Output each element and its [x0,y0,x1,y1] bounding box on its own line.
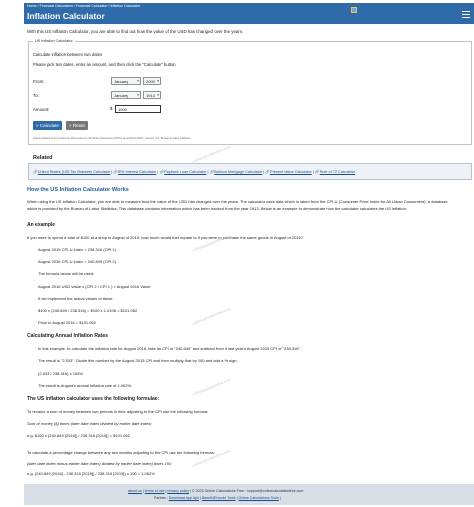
site-logo-icon[interactable] [351,7,357,13]
chevron-down-icon: ▾ [137,93,139,97]
related-link-balloon-mortgage[interactable]: Balloon Mortgage Calculator [214,170,262,174]
calculator-legend: US Inflation Calculator [33,39,75,43]
related-link-payback-loan[interactable]: Payback Loan Calculator [164,170,206,174]
chevron-down-icon: ▾ [137,79,139,83]
annual-line: In this example, to calculate the inflat… [38,346,302,351]
example-line: August 2015 CPI-U index = 238.316 (CPI 1… [38,247,116,252]
paragraph: When using the US Inflation Calculator, … [27,199,448,211]
example-line: August 2016 USD Value x (CPI 2 / CPI 1 )… [38,284,151,289]
example-line: $100 x (240.849 / 238.316) = $100 x 1.01… [38,308,138,313]
related-heading: Related [33,155,53,161]
to-year-select[interactable]: 1913 ▾ [143,91,161,99]
watermark: onlinecalculationfree.com [192,377,232,397]
example-line: Price in August 2016 = $101.062 [38,320,96,325]
chevron-down-icon: ▾ [157,79,159,83]
related-link-present-value[interactable]: Present Value Calculator [270,170,312,174]
formula-line: (later date index minus earlier date ind… [27,461,172,466]
partner-link[interactable]: Base64Encode Tools [202,496,236,500]
chevron-down-icon: ▾ [157,93,159,97]
footer-partners: Partner : Download App Apk | Base64Encod… [154,496,281,500]
formula-line: To revalue a sum of money between two pe… [27,409,209,414]
related-link-tax-brackets[interactable]: United States (US) Tax Brackets Calculat… [38,170,111,174]
example-intro: If you were to spend a total of $100 at … [27,235,303,240]
related-link-rule-of-72[interactable]: Rule of 72 Calculator [320,170,355,174]
footer-email[interactable]: support@onlinecalculationfree.com [247,489,303,493]
currency-symbol: $ [110,106,113,111]
to-label: To: [33,93,39,98]
related-links: 🔗United States (US) Tax Brackets Calcula… [33,170,356,174]
calculator-footnote: Figures based on the Consumer Price Inde… [33,137,191,140]
example-title: An example [27,222,56,228]
footer-links: about us | terms of use | privacy policy… [128,489,304,493]
page-title: Inflation Calculator [27,11,105,21]
related-link-irs-interest[interactable]: IRS Interest Calculator [118,170,156,174]
formulae-title: The US inflation calculator uses the fol… [27,396,160,402]
annual-line: The result is August's annual inflation … [38,383,133,388]
formula-line: To calculate a percentage change between… [27,450,215,455]
amount-input[interactable]: 1000 [115,105,161,113]
example-line: The formula below will be used; [38,271,95,276]
calculator-help: Please pick two dates, enter an amount, … [33,62,176,67]
from-label: From: [33,79,45,84]
menu-icon[interactable] [462,11,470,18]
from-month-select[interactable]: January ▾ [111,77,141,85]
section-title: How the US Inflation Calculator Works [27,187,129,193]
amount-label: Amount: [33,107,50,112]
partner-label: Partner : [154,496,168,500]
annual-title: Calculating Annual Inflation Rates [27,333,108,339]
formula-line: e.g. $100 x (240.849 [2016]) / 238.316 [… [27,433,130,438]
footer-about-link[interactable]: about us [128,489,142,493]
intro-text: With this US Inflation Calculator, you a… [27,29,244,34]
annual-line: The result is "2.533". Divide this numbe… [38,358,238,363]
partner-link[interactable]: Download App Apk [169,496,199,500]
example-line: If we implement the actual values of the… [38,296,114,301]
calculator-subtitle: Calculate inflation between two dates [33,52,103,57]
from-year-select[interactable]: 2000 ▾ [143,77,161,85]
breadcrumb[interactable]: Home / Financial Calculators / Financial… [27,4,140,8]
annual-line: (2.533 / 238.316) x 100% [38,371,83,376]
formula-line: e.g. (240.849 [2016] - 238.316 [2015]) /… [27,471,155,476]
calculate-button[interactable]: » Calculate [33,121,62,130]
footer-terms-link[interactable]: terms of use [145,489,165,493]
watermark: onlinecalculationfree.com [192,144,232,164]
to-month-select[interactable]: January ▾ [111,91,141,99]
footer-privacy-link[interactable]: privacy policy [167,489,189,493]
footer-copyright: © 2023 Online Calculations Free [191,489,244,493]
formula-line: Sum of money ($) times (later date index… [27,421,152,426]
partner-link[interactable]: Online Calculations Tools [239,496,279,500]
watermark: onlinecalculationfree.com [192,306,232,326]
reset-button[interactable]: » Reset [66,121,88,130]
example-line: August 2016 CPI-U index = 240.849 (CPI 2… [38,259,116,264]
footer-band [24,484,474,505]
